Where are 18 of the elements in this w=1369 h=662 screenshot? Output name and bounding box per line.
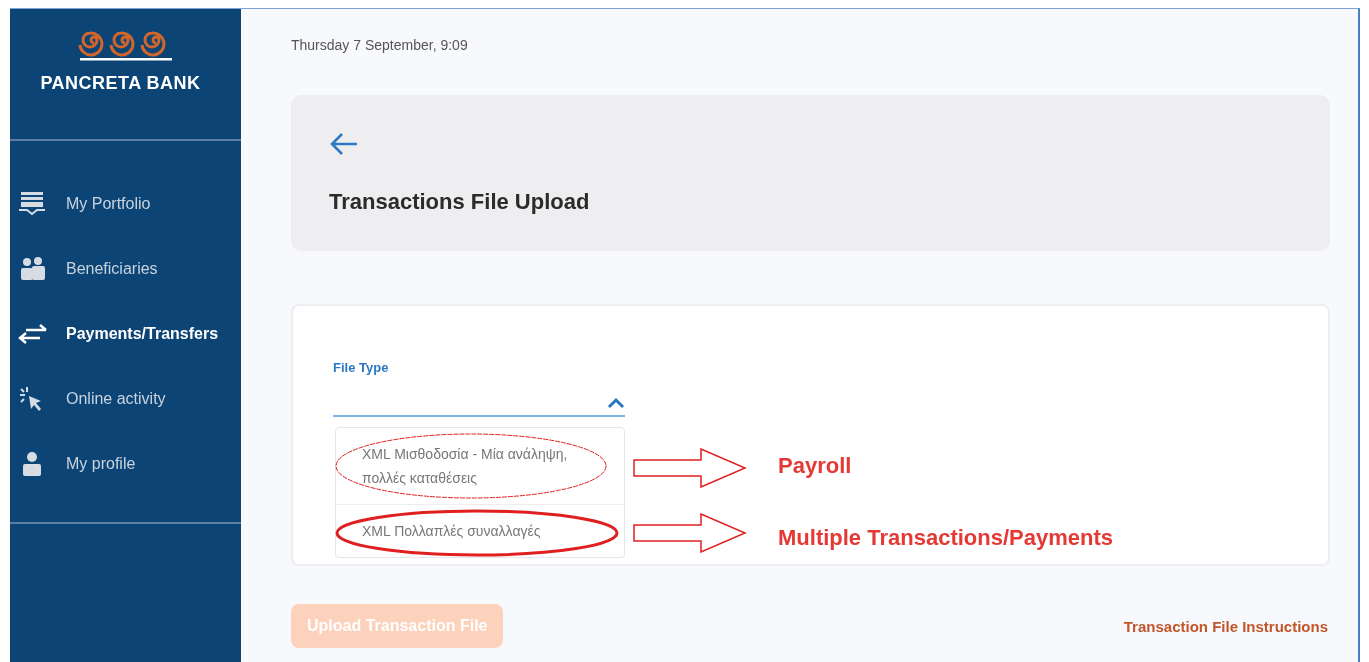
instructions-link[interactable]: Transaction File Instructions [1123, 617, 1328, 635]
sidebar-item[interactable]: Beneficiaries [10, 236, 241, 301]
back-arrow-icon[interactable] [329, 131, 359, 157]
field-label: File Type [333, 360, 390, 375]
date-time: Thursday 7 September, 9:09 [291, 37, 469, 55]
sidebar-item[interactable]: Payments/Transfers [10, 301, 241, 366]
sidebar-item[interactable]: Online activity [10, 366, 241, 431]
page-title: Transactions File Upload [329, 189, 591, 215]
dropdown-option[interactable]: XML Πολλαπλές συναλλαγές [336, 505, 624, 557]
stack-icon [18, 190, 48, 217]
annotation-label: Payroll [778, 453, 852, 479]
chevron-up-icon [607, 397, 625, 409]
annotation-label: Multiple Transactions/Payments [778, 525, 1113, 551]
people-icon [18, 255, 48, 282]
sidebar-item[interactable]: My Portfolio [10, 171, 241, 236]
sidebar-item[interactable]: My profile [10, 431, 241, 496]
dropdown-option[interactable]: XML Μισθοδοσία - Μία ανάληψη, πολλές καταθέσεις [336, 428, 624, 505]
brand-name: PANCRETA BANK [40, 73, 201, 94]
